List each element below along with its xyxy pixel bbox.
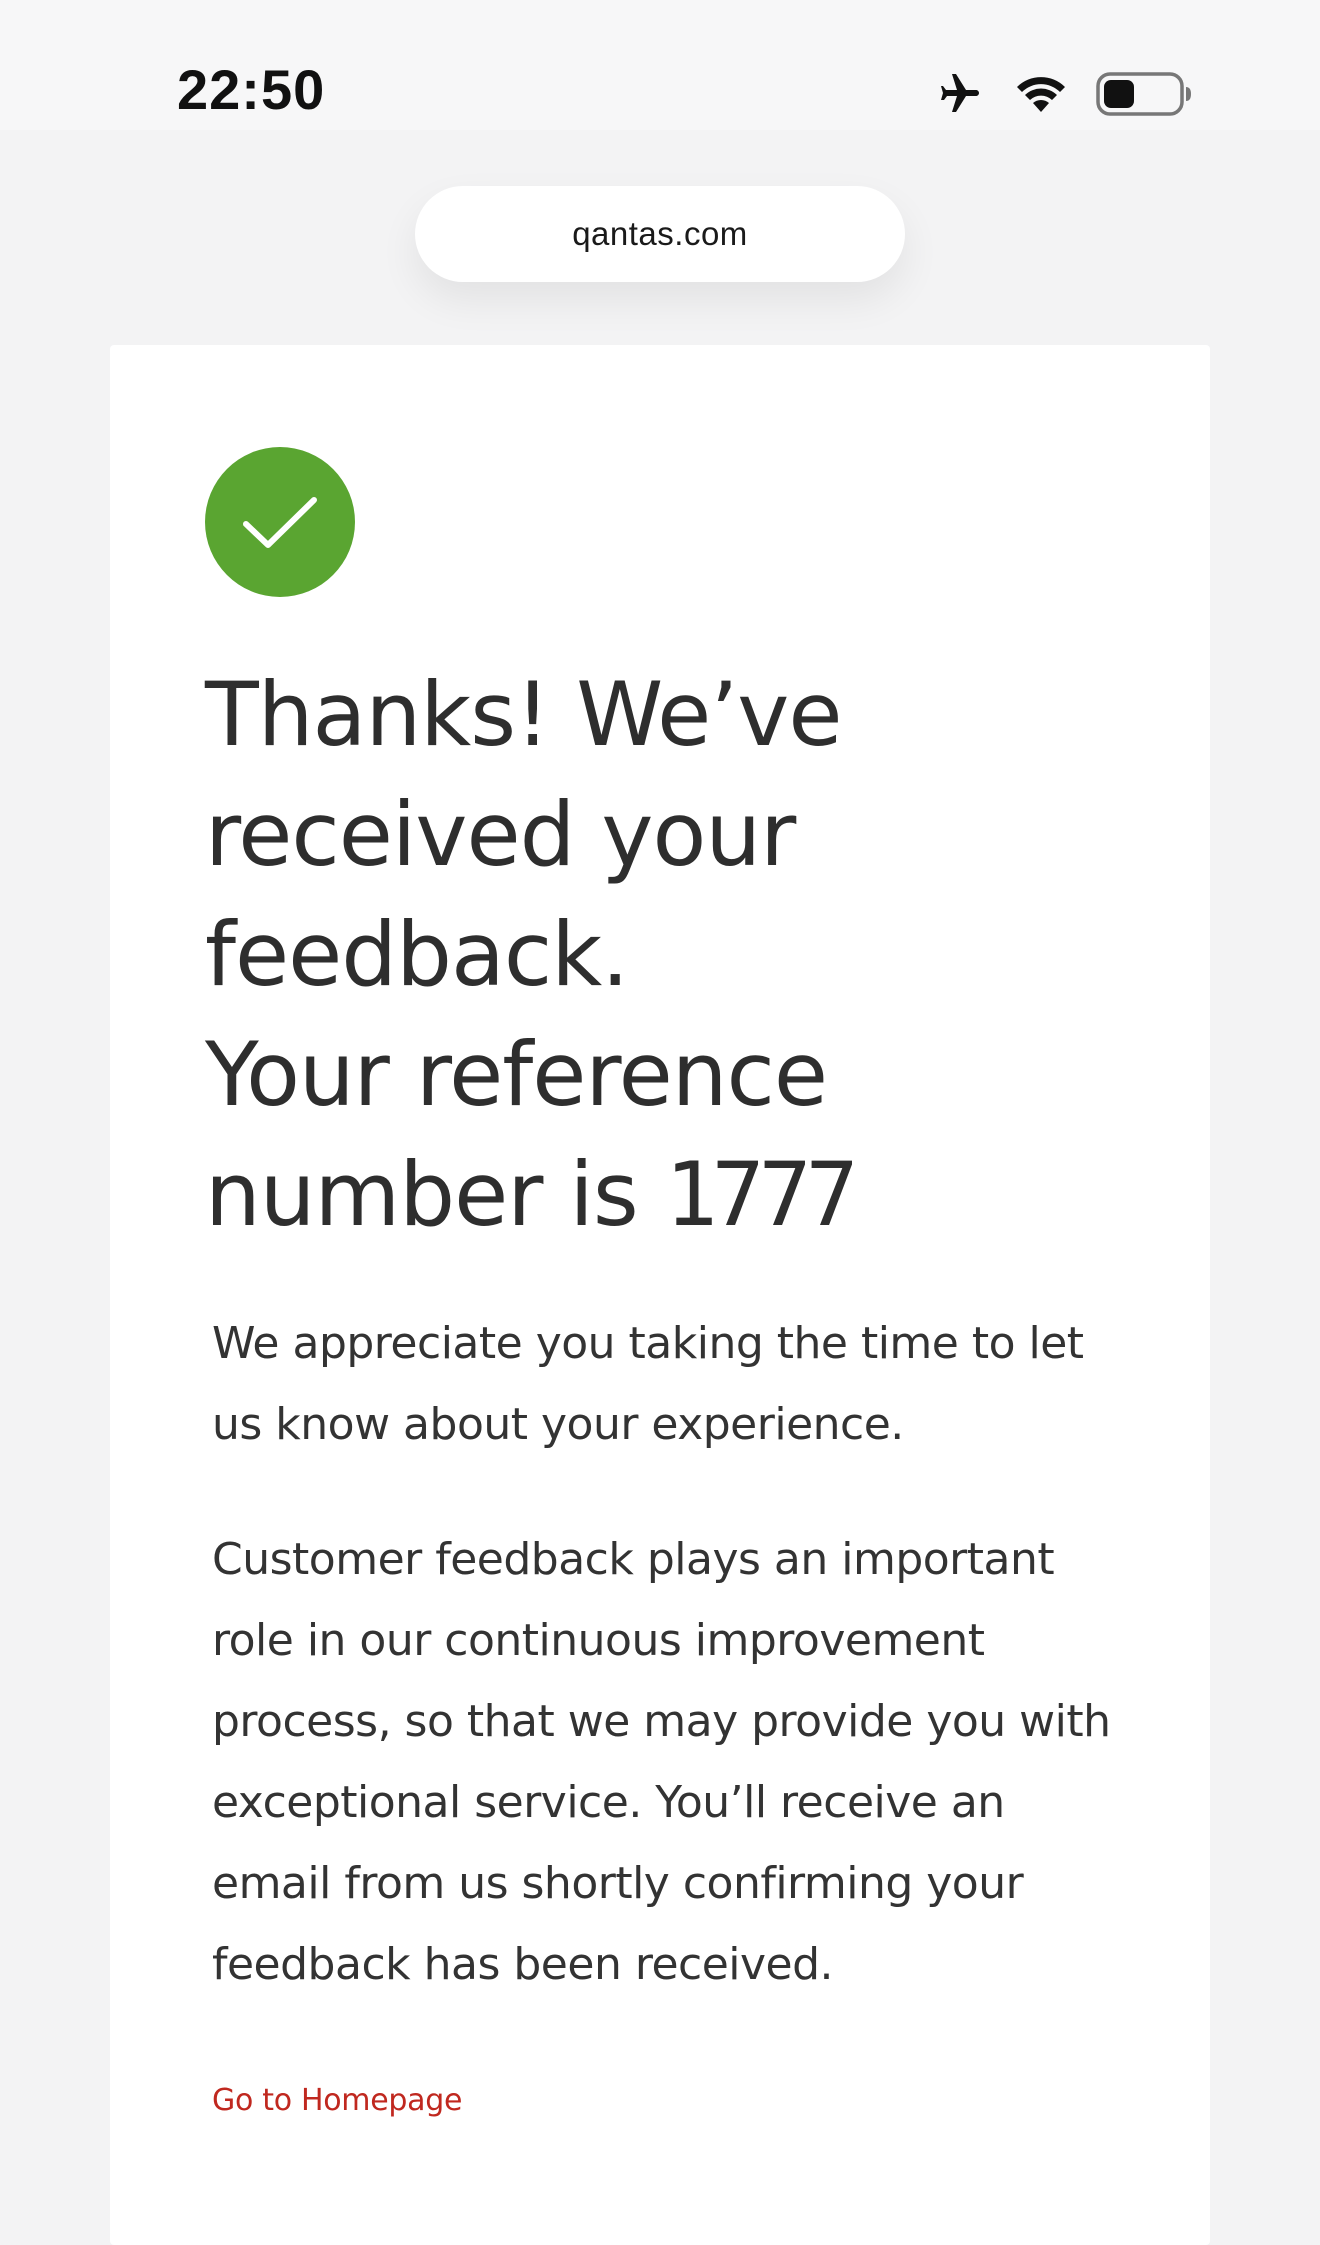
battery-icon [1096, 71, 1192, 117]
address-bar-url: qantas.com [572, 215, 748, 252]
wifi-icon [1012, 72, 1070, 116]
heading-line: Thanks! We’ve [205, 663, 842, 766]
appreciation-text: We appreciate you taking the time to let… [212, 1318, 1084, 1450]
address-bar[interactable]: qantas.com [415, 186, 905, 282]
confirmation-heading: Thanks! We’ve received your feedback. Yo… [205, 655, 925, 1255]
heading-reference-prefix: number is [205, 1143, 665, 1246]
heading-line: feedback. [205, 903, 629, 1006]
feedback-info-text: Customer feedback plays an important rol… [212, 1534, 1111, 1990]
heading-line: received your [205, 783, 796, 886]
reference-number: 1777 [664, 1143, 859, 1246]
confirmation-card: Thanks! We’ve received your feedback. Yo… [110, 345, 1210, 2245]
heading-line: number is 1777 [205, 1135, 925, 1255]
heading-line: Your reference [205, 1023, 828, 1126]
go-to-homepage-link[interactable]: Go to Homepage [212, 2083, 462, 2118]
status-icons [932, 70, 1192, 118]
checkmark-icon [205, 447, 355, 597]
status-bar: 22:50 [0, 0, 1320, 130]
airplane-mode-icon [932, 70, 986, 118]
status-time: 22:50 [177, 58, 326, 121]
